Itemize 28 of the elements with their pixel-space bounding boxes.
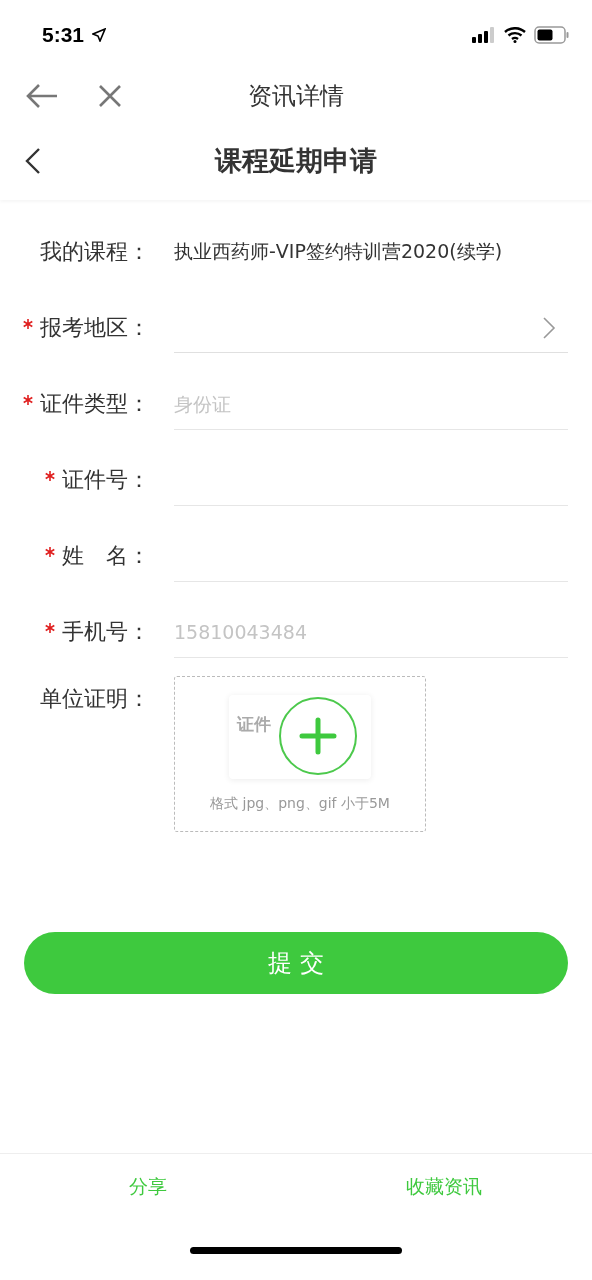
location-arrow-icon (92, 28, 107, 42)
field-label: 报考地区： (40, 314, 150, 342)
submit-button[interactable]: 提 交 (24, 932, 568, 994)
add-icon (279, 697, 357, 775)
close-icon[interactable] (98, 84, 122, 108)
sample-text: 证件 (237, 713, 271, 736)
signal-icon (472, 27, 496, 43)
field-label: 姓 名： (62, 542, 150, 570)
bottom-link[interactable]: 分享 (0, 1174, 296, 1200)
input-field[interactable]: 身份证 (174, 378, 568, 430)
page-title: 课程延期申请 (213, 144, 378, 178)
bottom-link[interactable]: 收藏资讯 (296, 1174, 592, 1200)
input-field[interactable]: 15810043484 (174, 606, 568, 658)
back-chevron-icon[interactable] (25, 147, 41, 175)
battery-icon (534, 26, 570, 44)
field-label: 证件类型： (40, 390, 150, 418)
field-label: 证件号： (62, 466, 150, 494)
wifi-icon (504, 27, 526, 43)
chevron-right-icon (542, 315, 556, 340)
field-label: 手机号： (62, 618, 150, 646)
status-time: 5:31 (42, 23, 85, 47)
browser-title: 资讯详情 (247, 81, 345, 112)
field-label: 单位证明： (40, 685, 150, 713)
course-name: 执业西药师-VIP签约特训营2020(续学) (174, 239, 503, 264)
upload-area[interactable]: 证件 格式 jpg、png、gif 小于5M (174, 676, 426, 832)
back-arrow-icon[interactable] (26, 83, 58, 109)
field-label: 我的课程： (40, 238, 150, 266)
upload-hint: 格式 jpg、png、gif 小于5M (210, 795, 390, 813)
